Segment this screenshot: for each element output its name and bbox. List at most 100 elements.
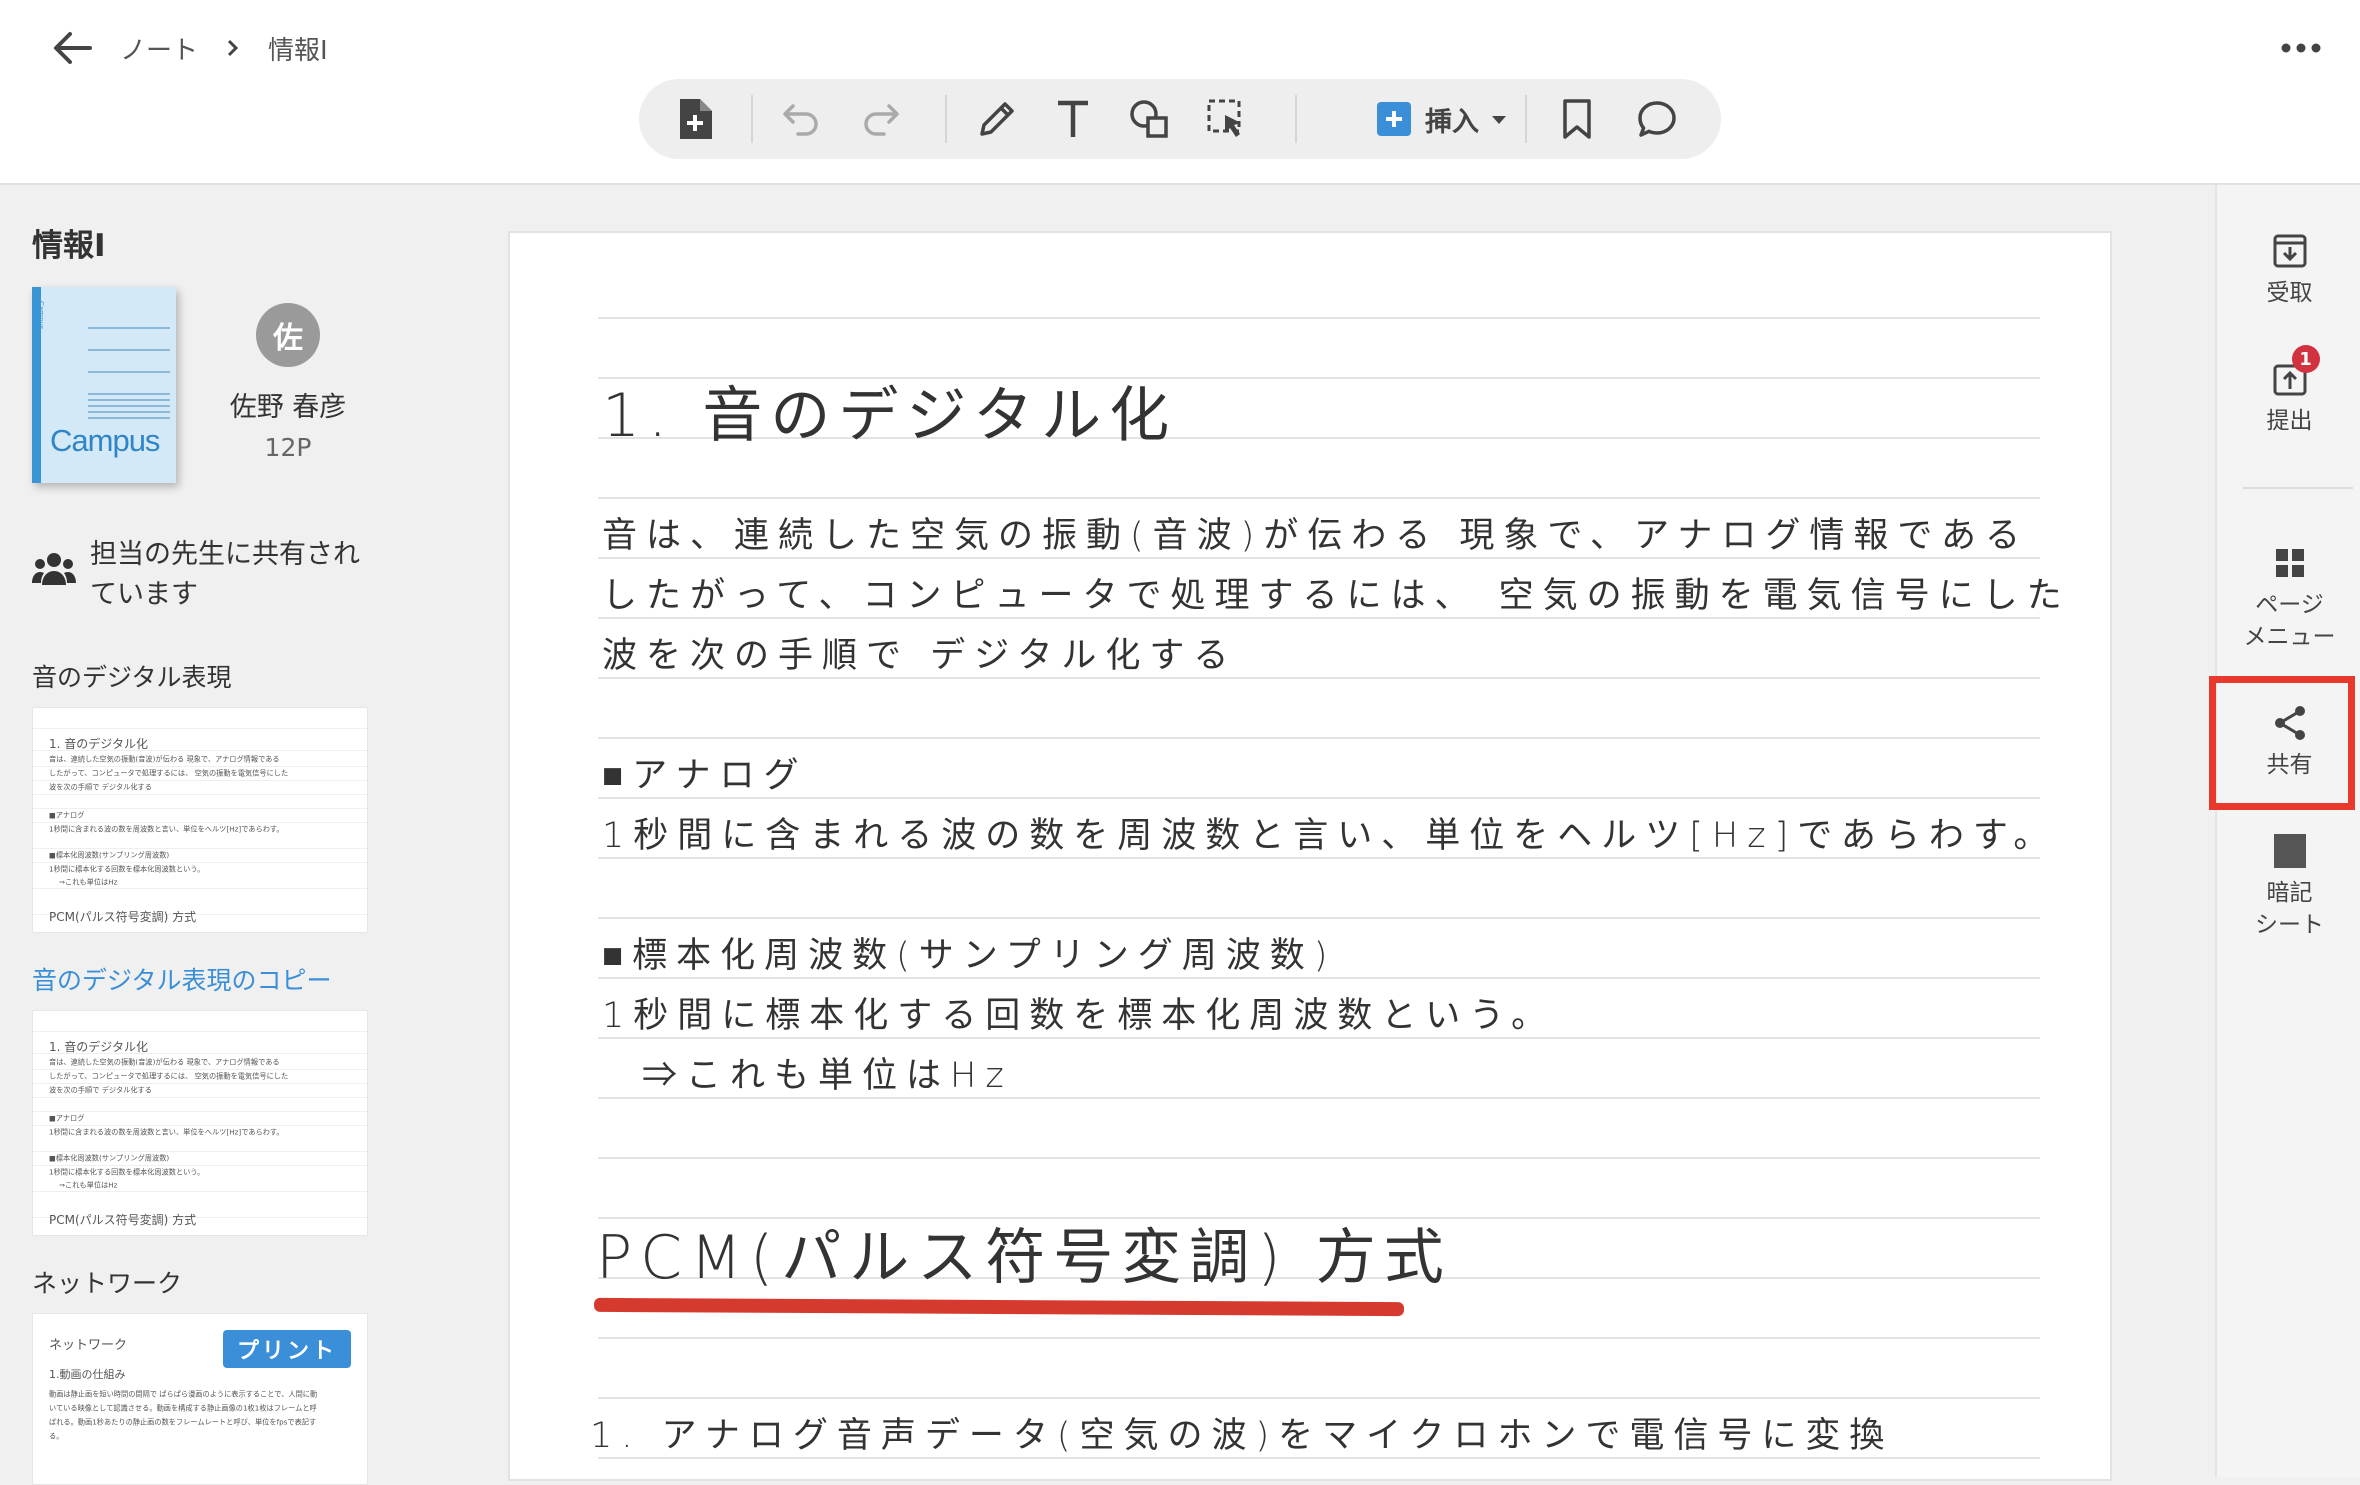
handwritten-text: 音は、連続した空気の振動(音波)が伝わる 現象で、アナログ情報である [602,516,2029,556]
thumb-text: 波を次の手順で デジタル化する [49,1086,152,1095]
ruled-line [598,917,2040,919]
thumb-text: 音は、連続した空気の振動(音波)が伝わる 現象で、アナログ情報である [49,755,280,764]
thumb-rule [33,728,367,729]
thumb-text: 1.動画の仕組み [49,1368,126,1381]
thumb-text: 音は、連続した空気の振動(音波)が伝わる 現象で、アナログ情報である [49,1058,280,1067]
bookmark-icon [1563,99,1591,139]
add-page-icon [680,99,712,139]
thumb-text: ⇒これも単位はHz [59,878,118,887]
thumb-text: PCM(パルス符号変調) 方式 [49,910,197,924]
thumb-text: ばれる。動画1秒あたりの静止画の数をフレームレートと呼び、単位をfpsで表記す [49,1418,317,1427]
inbox-download-icon [2272,229,2308,273]
receive-button[interactable]: 受取 [2217,229,2360,309]
notification-badge: 1 [2291,345,2320,373]
more-menu-button[interactable] [2268,24,2334,72]
thumb-text: 動画は静止画を短い時間の間隔で ぱらぱら漫画のように表示することで、人間に動 [49,1390,318,1399]
thumb-text: PCM(パルス符号変調) 方式 [49,1213,197,1227]
page-menu-button[interactable]: ページ メニュー [2217,541,2360,653]
memorize-sheet-label: 暗記 シート [2255,877,2324,941]
shape-tool-button[interactable] [1117,87,1181,151]
thumb-text: 1秒間に標本化する回数を標本化周波数という。 [49,865,205,874]
memorize-sheet-icon [2273,829,2307,873]
text-tool-button[interactable] [1041,87,1105,151]
pen-tool-button[interactable] [965,87,1029,151]
handwritten-text: 1. アナログ音声データ(空気の波)をマイクロホンで電信号に変換 [590,1416,1894,1456]
page-menu-label: ページ メニュー [2244,589,2336,653]
page-thumbnail[interactable]: ネットワーク プリント 1.動画の仕組み 動画は静止画を短い時間の間隔で ぱらぱ… [32,1313,368,1485]
cover-line [88,411,170,413]
more-horizontal-icon [2281,43,2321,53]
thumb-text: ■アナログ [49,811,85,820]
toolbar-divider [945,95,947,143]
thumb-text: 1. 音のデジタル化 [49,1040,149,1054]
thumb-rule [33,888,367,889]
thumb-text: 1. 音のデジタル化 [49,737,149,751]
handwritten-text: 1秒間に含まれる波の数を周波数と言い、単位をヘルツ[Hz]であらわす。 [602,816,2058,856]
cover-line [88,327,170,329]
share-status-text: 担当の先生に共有されています [90,539,360,610]
thumb-text: したがって、コンピュータで処理するには、 空気の振動を電気信号にした [49,1072,289,1081]
toolbar-divider [1295,95,1297,143]
submit-button[interactable]: 1 提出 [2217,345,2360,437]
share-label: 共有 [2266,752,2313,778]
ruled-line [598,317,2040,319]
memorize-label-line1: 暗記 [2266,880,2313,906]
bookmark-button[interactable] [1545,87,1609,151]
page-menu-label-line1: ページ [2255,592,2324,618]
owner-name: 佐野 春彦 [229,392,347,423]
avatar: 佐 [256,303,320,367]
insert-label: 挿入 [1425,106,1479,138]
redo-button[interactable] [849,87,913,151]
section-title[interactable]: ネットワーク [32,1264,182,1300]
app-header: ノート 情報I 挿入 [0,0,2360,185]
thumb-rule [33,1097,367,1098]
section-title[interactable]: 音のデジタル表現のコピー [32,961,332,997]
ruled-line [598,737,2040,739]
lasso-select-icon [1207,99,1241,137]
share-icon [2272,701,2308,745]
note-canvas[interactable]: 1. 音のデジタル化 音は、連続した空気の振動(音波)が伝わる 現象で、アナログ… [508,231,2112,1481]
comment-button[interactable] [1625,87,1689,151]
toolbar-divider [751,95,753,143]
ruled-line [598,1157,2040,1159]
speech-bubble-icon [1638,101,1676,137]
notebook-cover[interactable]: Campus Campus [32,287,176,483]
back-arrow-icon [54,32,92,64]
group-icon [32,553,76,585]
thumb-text: ネットワーク [49,1338,128,1353]
lasso-select-button[interactable] [1195,87,1259,151]
thumb-text: 1秒間に含まれる波の数を周波数と言い、単位をヘルツ[Hz]であらわす。 [49,1128,284,1137]
thumb-rule [33,794,367,795]
page-count: 12P [264,433,312,462]
chevron-right-icon [226,38,240,58]
cover-brand: Campus [50,423,160,458]
page-thumbnail[interactable]: 1. 音のデジタル化 音は、連続した空気の振動(音波)が伝わる 現象で、アナログ… [32,707,368,933]
ruled-line [598,497,2040,499]
section-title[interactable]: 音のデジタル表現 [32,658,232,694]
breadcrumb-parent[interactable]: ノート [120,30,198,67]
notebook-sidebar: 情報I Campus Campus 佐 佐野 春彦 12P 担当の先生に共有され… [0,185,400,1485]
handwritten-text: ■標本化周波数(サンプリング周波数) [602,936,1337,976]
cover-line [88,405,170,407]
insert-menu-button[interactable]: 挿入 [1339,89,1539,149]
thumb-text: る。 [49,1432,64,1441]
memorize-sheet-button[interactable]: 暗記 シート [2217,829,2360,941]
add-page-button[interactable] [663,87,727,151]
cover-line [88,393,170,395]
receive-label: 受取 [2266,280,2313,306]
page-thumbnail[interactable]: 1. 音のデジタル化 音は、連続した空気の振動(音波)が伝わる 現象で、アナログ… [32,1010,368,1236]
handwritten-text: したがって、コンピュータで処理するには、 空気の振動を電気信号にした [602,576,2071,616]
cover-line [88,349,170,351]
handwritten-text: 波を次の手順で デジタル化する [602,636,1238,676]
cover-line [88,417,170,419]
thumb-text: したがって、コンピュータで処理するには、 空気の振動を電気信号にした [49,769,289,778]
undo-button[interactable] [769,87,833,151]
share-status: 担当の先生に共有されています [32,535,392,615]
breadcrumb-current: 情報I [268,35,328,66]
share-button[interactable]: 共有 [2217,701,2360,781]
handwritten-heading: 1. 音のデジタル化 [602,381,1178,451]
thumb-text: ■標本化周波数(サンプリング周波数) [49,851,170,860]
handwritten-text: ■アナログ [602,756,808,796]
back-button[interactable] [46,24,98,72]
handwritten-text: 1秒間に標本化する回数を標本化周波数という。 [602,996,1556,1036]
